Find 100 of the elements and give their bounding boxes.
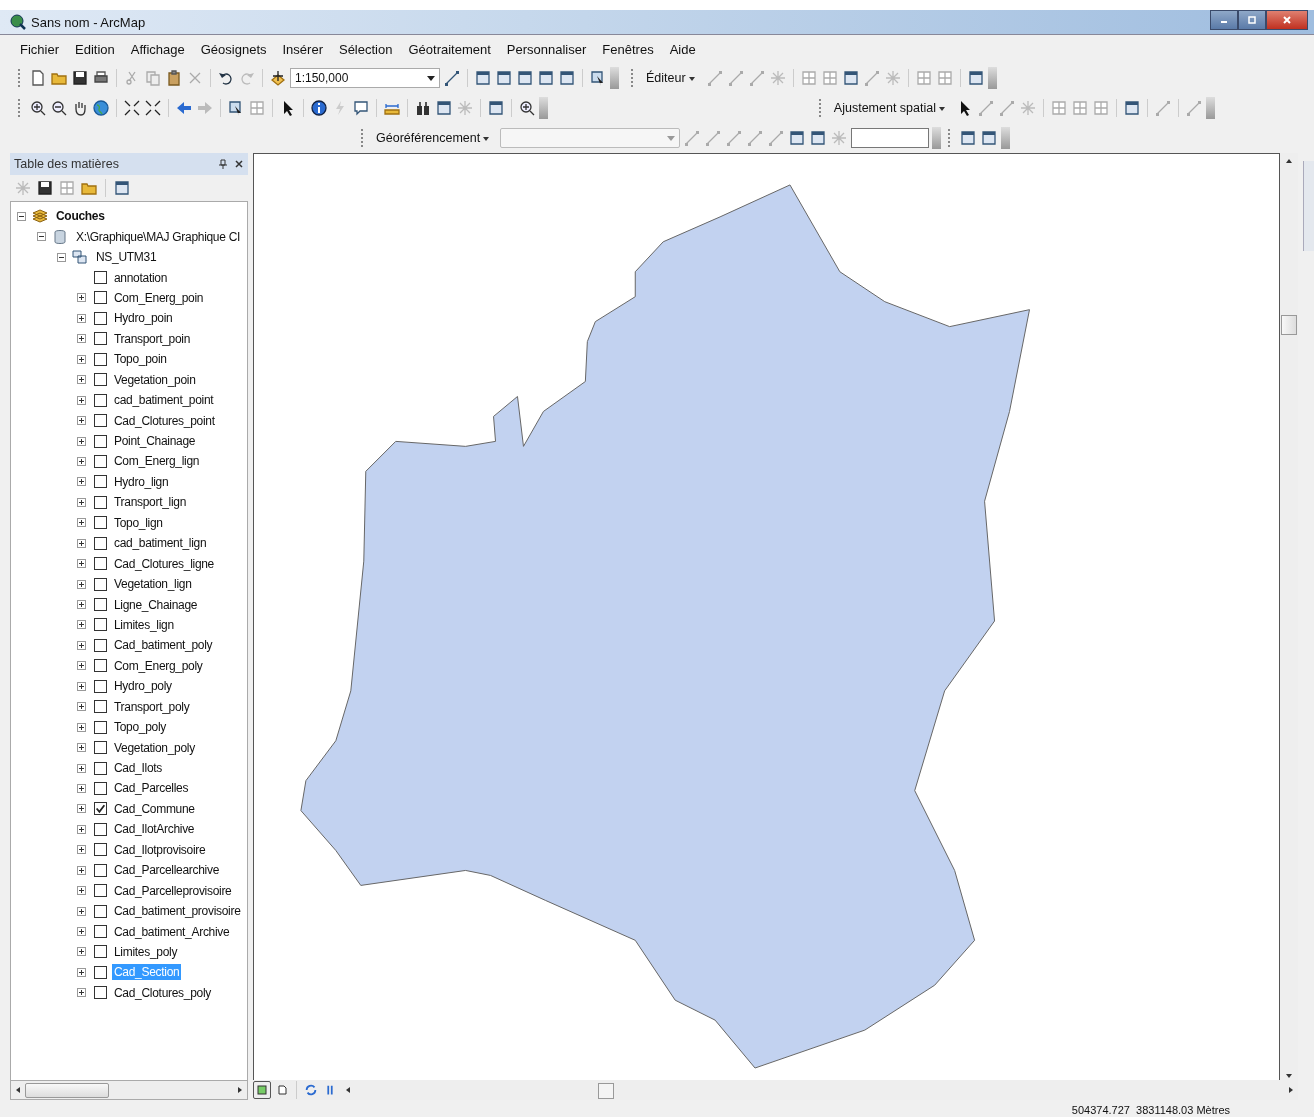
layer-checkbox[interactable] <box>94 536 107 550</box>
expand-button[interactable] <box>77 702 86 712</box>
layer-name[interactable]: Cad_Parcelleprovisoire <box>112 882 234 899</box>
georeferencing-menu[interactable]: Géoréférencement <box>372 131 498 145</box>
layer-name[interactable]: Cad_Parcelles <box>112 780 191 797</box>
close-button[interactable] <box>1266 10 1308 30</box>
add-data-icon[interactable] <box>270 70 286 86</box>
globe-icon[interactable] <box>93 100 109 116</box>
layer-checkbox[interactable] <box>94 475 107 489</box>
layer-name[interactable]: Transport_poin <box>112 330 193 347</box>
layer-name[interactable]: Topo_poin <box>112 351 169 368</box>
menu-item[interactable]: Géotraitement <box>400 41 499 57</box>
layer-checkbox[interactable] <box>94 945 107 959</box>
info-icon[interactable] <box>311 100 327 116</box>
window-icon[interactable] <box>789 130 806 146</box>
layer-name[interactable]: cad_batiment_lign <box>112 535 209 552</box>
window-icon[interactable] <box>496 70 512 86</box>
layer-checkbox[interactable] <box>94 638 107 652</box>
spatial-adjustment-menu[interactable]: Ajustement spatial <box>829 101 953 115</box>
scrollbar-thumb[interactable] <box>25 1082 109 1098</box>
layer-checkbox[interactable] <box>94 311 107 325</box>
sketch-icon[interactable] <box>444 70 460 86</box>
expand-button[interactable] <box>77 743 86 753</box>
layer-checkbox[interactable] <box>94 986 107 1000</box>
layer-name[interactable]: Vegetation_poly <box>112 739 197 756</box>
layer-name[interactable]: Cad_Ilots <box>112 760 164 777</box>
expand-button[interactable] <box>77 865 86 875</box>
save-icon[interactable] <box>72 70 88 86</box>
window-icon[interactable] <box>475 70 491 86</box>
expand-button[interactable] <box>77 354 86 364</box>
layer-checkbox[interactable] <box>94 904 107 918</box>
expand-button[interactable] <box>77 906 86 916</box>
expand-button[interactable] <box>77 334 86 344</box>
back-arrow-icon[interactable] <box>176 100 192 116</box>
expand-button[interactable] <box>77 559 86 569</box>
layer-checkbox[interactable] <box>94 679 107 693</box>
layer-checkbox[interactable] <box>94 659 107 673</box>
layer-name[interactable]: Limites_poly <box>112 943 180 960</box>
menu-item[interactable]: Sélection <box>330 41 401 57</box>
layer-name[interactable]: Cad_Clotures_poly <box>112 984 213 1001</box>
expand-button[interactable] <box>77 518 86 528</box>
scale-dropdown[interactable]: 1:150,000 <box>290 68 440 88</box>
save-icon[interactable] <box>37 180 53 196</box>
arrows-icon[interactable] <box>124 100 140 116</box>
layer-checkbox[interactable] <box>94 802 107 816</box>
collapse-button[interactable] <box>37 232 46 242</box>
layer-checkbox[interactable] <box>94 393 107 407</box>
layer-name[interactable]: Com_Energ_lign <box>112 453 202 470</box>
layer-name[interactable]: Cad_batiment_poly <box>112 637 215 654</box>
expand-button[interactable] <box>77 967 86 977</box>
layer-checkbox[interactable] <box>94 863 107 877</box>
maximize-button[interactable] <box>1238 10 1266 30</box>
expand-button[interactable] <box>77 661 86 671</box>
collapse-button[interactable] <box>17 211 26 221</box>
layer-checkbox[interactable] <box>94 700 107 714</box>
printer-icon[interactable] <box>93 70 109 86</box>
expand-button[interactable] <box>77 947 86 957</box>
layer-name[interactable]: Vegetation_poin <box>112 371 198 388</box>
window-icon[interactable] <box>1124 100 1140 116</box>
layer-name[interactable]: cad_batiment_point <box>112 392 216 409</box>
layer-name[interactable]: Vegetation_lign <box>112 576 194 593</box>
layer-name[interactable]: Cad_batiment_Archive <box>112 923 232 940</box>
tree-item[interactable]: NS_UTM31 <box>94 249 159 266</box>
layer-checkbox[interactable] <box>94 720 107 734</box>
layer-checkbox[interactable] <box>94 332 107 346</box>
expand-button[interactable] <box>77 988 86 998</box>
menu-item[interactable]: Aide <box>661 41 704 57</box>
expand-button[interactable] <box>77 456 86 466</box>
zoom-in-icon[interactable] <box>519 100 535 116</box>
menu-item[interactable]: Insérer <box>274 41 331 57</box>
expand-button[interactable] <box>77 293 86 303</box>
layer-name[interactable]: Topo_lign <box>112 514 165 531</box>
speech-bubble-icon[interactable] <box>353 100 369 116</box>
menu-item[interactable]: Fenêtres <box>594 41 662 57</box>
layer-name[interactable]: Ligne_Chainage <box>112 596 200 613</box>
expand-button[interactable] <box>77 375 86 385</box>
layer-checkbox[interactable] <box>94 557 107 571</box>
expand-button[interactable] <box>77 313 86 323</box>
layer-name[interactable]: Cad_Commune <box>112 800 197 817</box>
menu-item[interactable]: Affichage <box>122 41 193 57</box>
layer-checkbox[interactable] <box>94 884 107 898</box>
minimize-button[interactable] <box>1210 10 1238 30</box>
layer-checkbox[interactable] <box>94 434 107 448</box>
window-icon[interactable] <box>559 70 575 86</box>
layer-name[interactable]: Cad_Ilotprovisoire <box>112 841 208 858</box>
window-icon[interactable] <box>538 70 554 86</box>
layer-checkbox[interactable] <box>94 843 107 857</box>
expand-button[interactable] <box>77 804 86 814</box>
menu-item[interactable]: Edition <box>67 41 123 57</box>
expand-button[interactable] <box>77 477 86 487</box>
layer-checkbox[interactable] <box>94 598 107 612</box>
expand-button[interactable] <box>77 886 86 896</box>
layer-name[interactable]: Transport_lign <box>112 494 189 511</box>
zoom-in-icon[interactable] <box>30 100 46 116</box>
expand-button[interactable] <box>77 763 86 773</box>
layer-name[interactable]: Topo_poly <box>112 719 168 736</box>
hand-icon[interactable] <box>72 100 88 116</box>
tree-item[interactable]: X:\Graphique\MAJ Graphique CI <box>74 228 243 245</box>
collapse-button[interactable] <box>57 252 66 262</box>
menu-item[interactable]: Fichier <box>12 41 67 57</box>
